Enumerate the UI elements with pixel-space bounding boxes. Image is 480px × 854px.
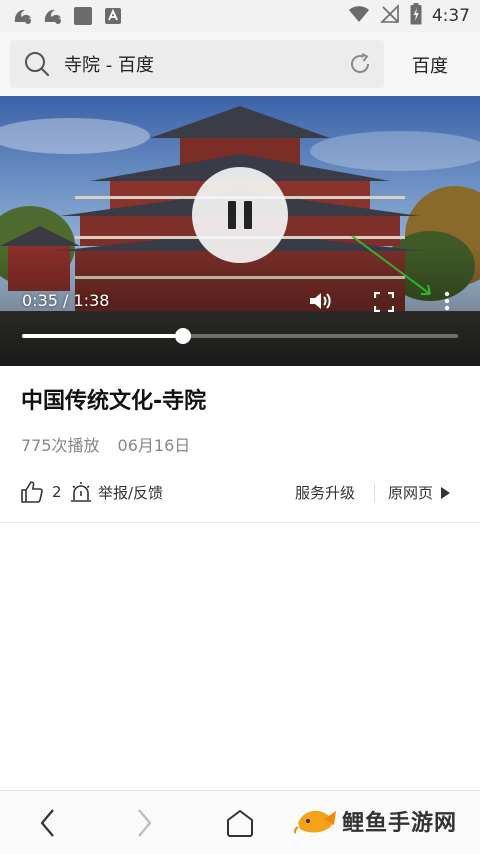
status-bar: 4:37 [0,0,480,32]
wifi-icon [348,5,370,27]
address-bar: 寺院 - 百度 百度 [0,32,480,97]
no-signal-icon [379,4,400,28]
thumbs-up-icon [21,481,43,503]
a-square-icon [102,6,124,26]
uc-browser-icon [42,6,64,26]
refresh-icon[interactable] [348,52,372,76]
report-label: 举报/反馈 [98,483,164,502]
section-divider [0,522,480,523]
like-button[interactable]: 2 [20,480,62,504]
progress-fill [22,334,184,338]
volume-icon[interactable] [308,290,332,312]
service-upgrade-link[interactable]: 服务升级 [295,482,355,503]
back-button[interactable] [24,791,72,854]
fullscreen-icon[interactable] [374,292,394,312]
report-feedback-button[interactable]: 举报/反馈 [70,480,163,504]
home-icon [227,809,253,837]
search-box[interactable]: 寺院 - 百度 [10,40,384,88]
search-query-text[interactable]: 寺院 - 百度 [64,51,154,77]
video-time: 0:35 / 1:38 [22,291,110,310]
divider [374,484,375,502]
forward-button[interactable] [120,791,168,854]
brand-text: 鲤鱼手游网 [342,811,458,836]
app-square-icon [72,6,94,26]
publish-date: 06月16日 [117,436,191,455]
brand-watermark: 鲤鱼手游网 [294,799,457,843]
play-count: 775次播放 [21,436,100,455]
pause-button[interactable] [192,167,288,263]
chevron-left-icon [40,808,54,837]
fish-logo-icon [294,810,336,834]
action-row: 2 举报/反馈 服务升级 原网页 [0,476,480,510]
alarm-icon [71,482,91,502]
video-title: 中国传统文化-寺院 [21,389,207,414]
video-meta: 775次播放 06月16日 [21,432,190,456]
uc-browser-icon [12,6,34,26]
bottom-nav: 鲤鱼手游网 [0,790,480,854]
home-button[interactable] [216,791,264,854]
chevron-right-icon [138,808,152,837]
play-triangle-icon [441,486,451,499]
search-icon [25,52,50,77]
video-progress-bar[interactable] [22,328,458,344]
more-options-icon[interactable] [440,290,454,312]
video-player[interactable]: 0:35 / 1:38 [0,96,480,366]
upgrade-label: 服务升级 [295,484,356,502]
original-page-label: 原网页 [388,484,434,502]
pause-icon [228,201,236,229]
original-page-link[interactable]: 原网页 [388,482,451,503]
battery-charging-icon [410,3,422,29]
like-count: 2 [52,483,62,501]
search-engine-button[interactable]: 百度 [412,52,448,78]
status-time: 4:37 [431,6,470,26]
